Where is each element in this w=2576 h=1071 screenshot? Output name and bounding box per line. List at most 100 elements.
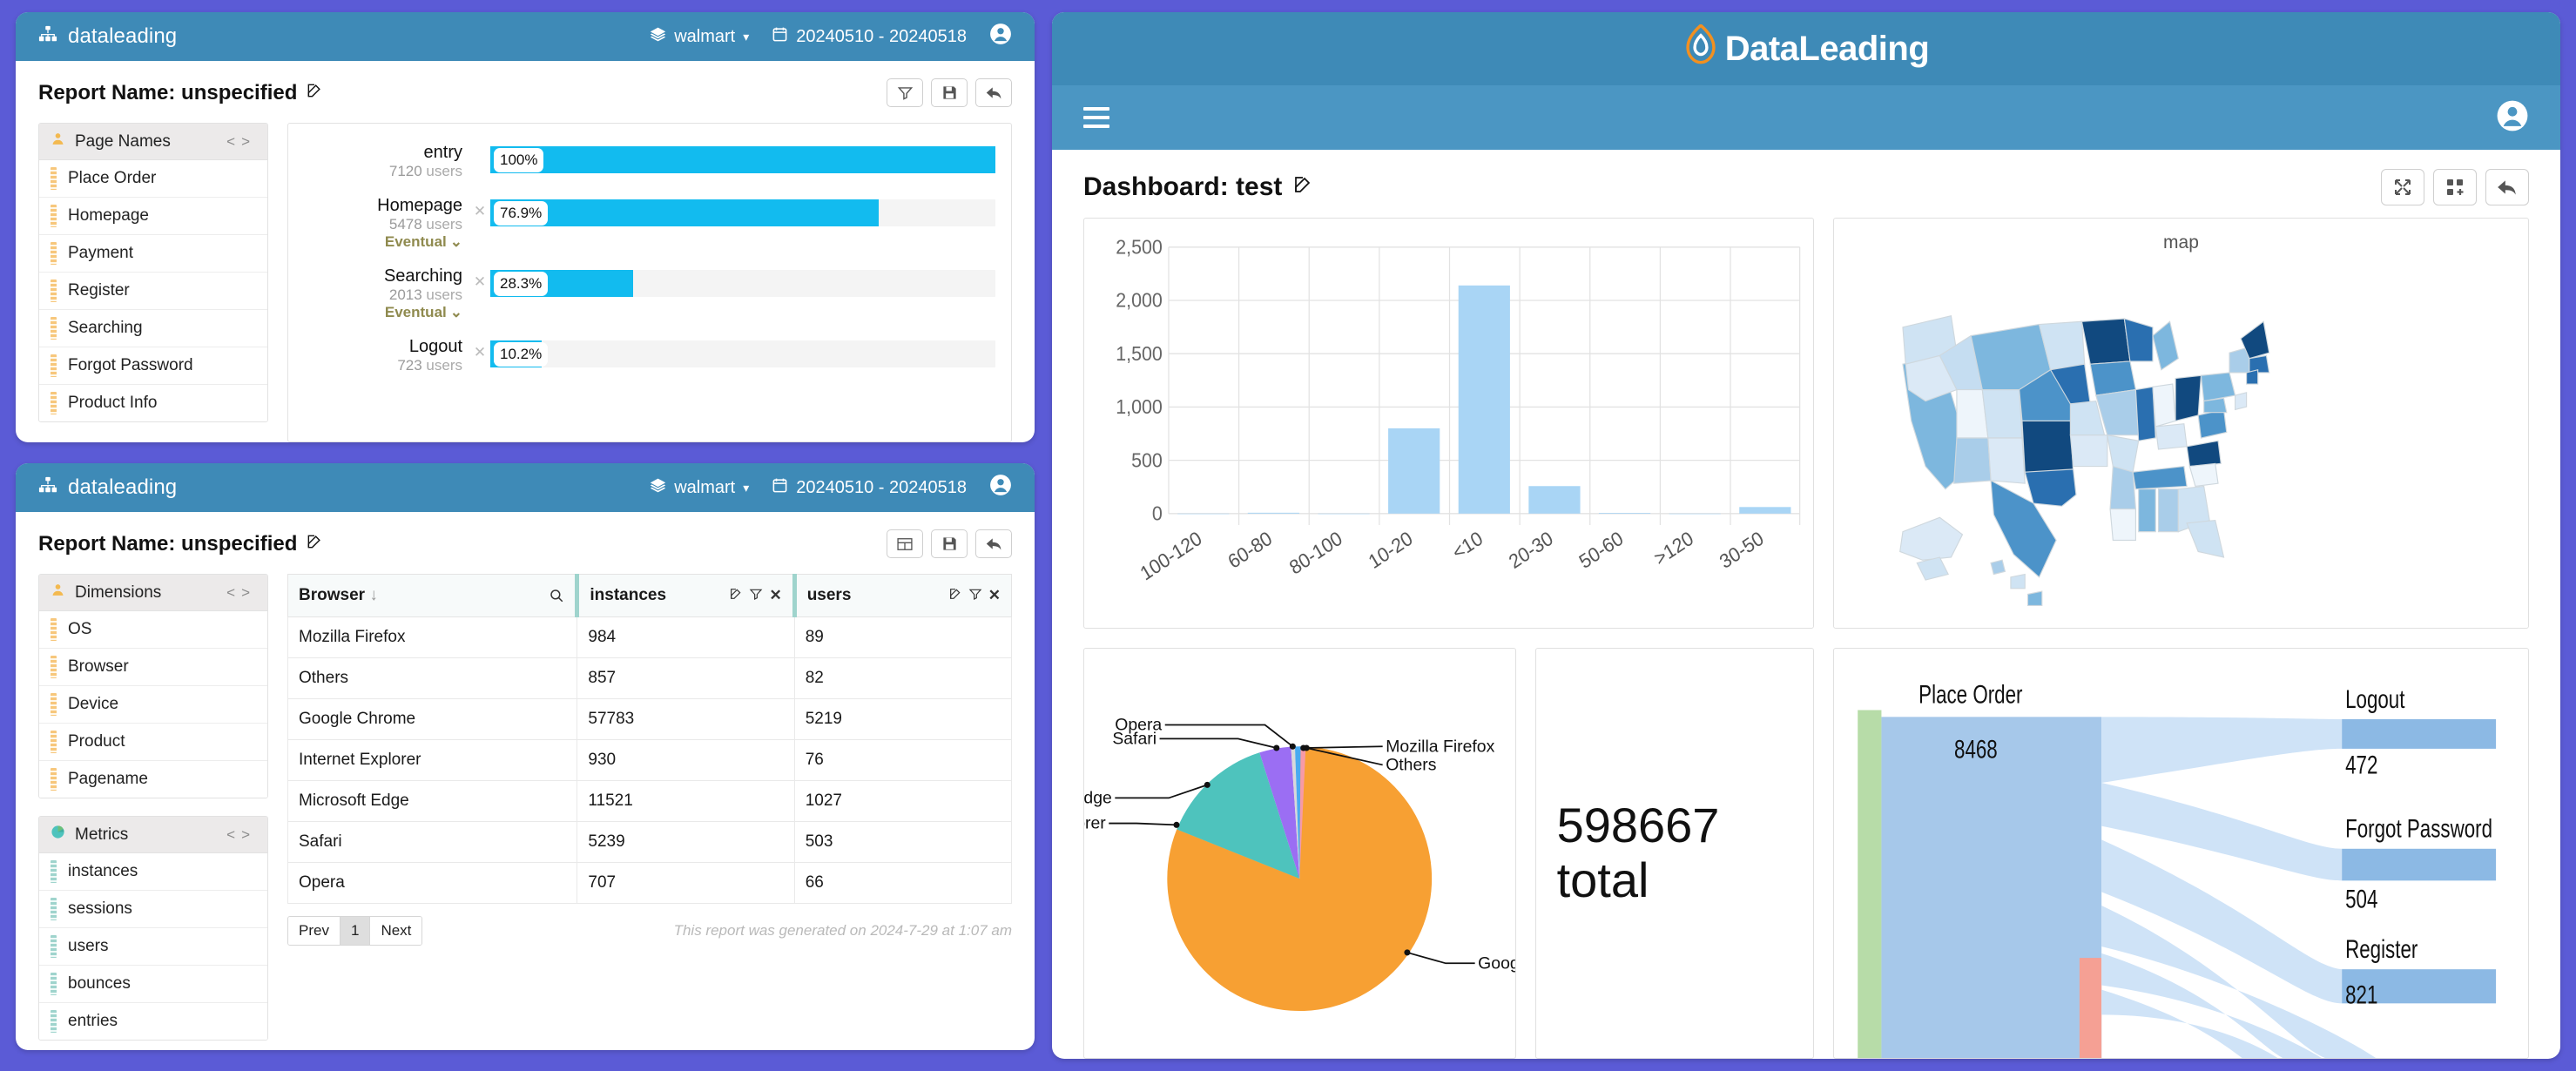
save-button[interactable]: [931, 78, 968, 107]
edit-icon[interactable]: [729, 587, 743, 605]
column-header-instances[interactable]: instances ✕: [575, 574, 795, 617]
drag-handle-icon[interactable]: [51, 731, 57, 753]
add-widget-button[interactable]: [2433, 169, 2477, 205]
list-item[interactable]: Device: [39, 686, 267, 724]
back-button[interactable]: [975, 78, 1012, 107]
pie-chart-card[interactable]: Mozilla Firefox Others Opera Safari t Ed…: [1083, 648, 1516, 1059]
prev-arrow[interactable]: <: [226, 133, 241, 150]
pagination-next[interactable]: Next: [370, 917, 422, 945]
account-selector[interactable]: walmart ▾: [650, 477, 749, 499]
edit-icon[interactable]: [1292, 172, 1313, 202]
pagination-prev[interactable]: Prev: [288, 917, 341, 945]
drag-handle-icon[interactable]: [51, 973, 57, 995]
user-circle-icon[interactable]: [2496, 99, 2529, 137]
next-arrow[interactable]: >: [241, 826, 256, 843]
sitemap-icon: [38, 24, 57, 50]
edit-icon[interactable]: [306, 532, 323, 556]
dashboard-right-column: map Place Order 8468 Logout 472 Forgot P…: [1832, 218, 2529, 1059]
drag-handle-icon[interactable]: [51, 392, 57, 414]
drag-handle-icon[interactable]: [51, 656, 57, 678]
metrics-nav[interactable]: <>: [226, 826, 256, 844]
close-icon[interactable]: ✕: [988, 587, 1001, 604]
prev-arrow[interactable]: <: [226, 826, 241, 843]
generated-note: This report was generated on 2024-7-29 a…: [673, 922, 1012, 939]
list-item[interactable]: Payment: [39, 235, 267, 273]
back-button[interactable]: [975, 529, 1012, 558]
close-icon[interactable]: ✕: [769, 587, 781, 604]
drag-handle-icon[interactable]: [51, 860, 57, 883]
drag-handle-icon[interactable]: [51, 205, 57, 227]
next-arrow[interactable]: >: [241, 584, 256, 601]
svg-text:1,500: 1,500: [1116, 342, 1163, 365]
drag-handle-icon[interactable]: [51, 280, 57, 302]
state-hi1: [1990, 559, 2006, 576]
table-row[interactable]: Internet Explorer 930 76: [287, 739, 1013, 781]
list-item[interactable]: Homepage: [39, 198, 267, 235]
column-header-browser[interactable]: Browser ↓: [287, 574, 578, 617]
list-item[interactable]: Register: [39, 273, 267, 310]
map-card[interactable]: map: [1832, 218, 2529, 629]
account-selector[interactable]: walmart ▾: [650, 26, 749, 48]
table-row[interactable]: Mozilla Firefox 984 89: [287, 616, 1013, 658]
hamburger-icon[interactable]: [1083, 107, 1109, 128]
table-row[interactable]: Google Chrome 57783 5219: [287, 698, 1013, 740]
list-item[interactable]: OS: [39, 611, 267, 649]
date-range-selector[interactable]: 20240510 - 20240518: [772, 26, 967, 48]
sort-down-icon[interactable]: ↓: [369, 586, 378, 604]
funnel-eventual-toggle[interactable]: Eventual ⌄: [304, 304, 462, 321]
table-row[interactable]: Others 857 82: [287, 657, 1013, 699]
drag-handle-icon[interactable]: [51, 317, 57, 340]
list-item[interactable]: Place Order: [39, 160, 267, 198]
list-item[interactable]: Searching: [39, 310, 267, 347]
table-row[interactable]: Microsoft Edge 11521 1027: [287, 780, 1013, 822]
funnel-eventual-toggle[interactable]: Eventual ⌄: [304, 233, 462, 251]
table-row[interactable]: Safari 5239 503: [287, 821, 1013, 863]
save-button[interactable]: [931, 529, 968, 558]
user-circle-icon[interactable]: [989, 23, 1012, 51]
table-row[interactable]: Opera 707 66: [287, 862, 1013, 904]
pagination-page-1[interactable]: 1: [340, 917, 371, 945]
filter-button[interactable]: [887, 78, 923, 107]
list-item[interactable]: Forgot Password: [39, 347, 267, 385]
list-item[interactable]: Browser: [39, 649, 267, 686]
prev-arrow[interactable]: <: [226, 584, 241, 601]
next-arrow[interactable]: >: [241, 133, 256, 150]
table-view-button[interactable]: [887, 529, 923, 558]
dimensions-nav[interactable]: <>: [226, 584, 256, 602]
drag-handle-icon[interactable]: [51, 618, 57, 641]
sankey-card[interactable]: Place Order 8468 Logout 472 Forgot Passw…: [1832, 648, 2529, 1059]
list-item[interactable]: Product: [39, 724, 267, 761]
filter-icon[interactable]: [749, 587, 763, 605]
list-item[interactable]: instances: [39, 853, 267, 891]
total-metric-card[interactable]: 598667 total: [1534, 648, 1814, 1059]
list-item[interactable]: entries: [39, 1003, 267, 1040]
column-header-users[interactable]: users ✕: [792, 574, 1013, 617]
drag-handle-icon[interactable]: [51, 354, 57, 377]
list-item[interactable]: Product Info: [39, 385, 267, 421]
bar-chart-card[interactable]: 2,500 2,000 1,500 1,000 500 0 100-120 60…: [1083, 218, 1814, 629]
list-item[interactable]: users: [39, 928, 267, 966]
page-names-nav[interactable]: <>: [226, 133, 256, 151]
sankey-value-place-order: 8468: [1954, 734, 1998, 764]
expand-button[interactable]: [2381, 169, 2424, 205]
drag-handle-icon[interactable]: [51, 898, 57, 920]
edit-icon[interactable]: [306, 81, 323, 105]
state-md: [2202, 397, 2228, 414]
app-brand-label: dataleading: [68, 24, 178, 48]
drag-handle-icon[interactable]: [51, 693, 57, 716]
date-range-selector[interactable]: 20240510 - 20240518: [772, 477, 967, 499]
drag-handle-icon[interactable]: [51, 1010, 57, 1033]
back-button[interactable]: [2485, 169, 2529, 205]
drag-handle-icon[interactable]: [51, 935, 57, 958]
funnel-eventual-label: Eventual: [384, 304, 447, 320]
drag-handle-icon[interactable]: [51, 768, 57, 791]
drag-handle-icon[interactable]: [51, 167, 57, 190]
list-item[interactable]: Pagename: [39, 761, 267, 798]
drag-handle-icon[interactable]: [51, 242, 57, 265]
user-circle-icon[interactable]: [989, 474, 1012, 502]
filter-icon[interactable]: [968, 587, 982, 605]
list-item[interactable]: sessions: [39, 891, 267, 928]
list-item[interactable]: bounces: [39, 966, 267, 1003]
search-icon[interactable]: [549, 588, 564, 603]
edit-icon[interactable]: [948, 587, 962, 605]
